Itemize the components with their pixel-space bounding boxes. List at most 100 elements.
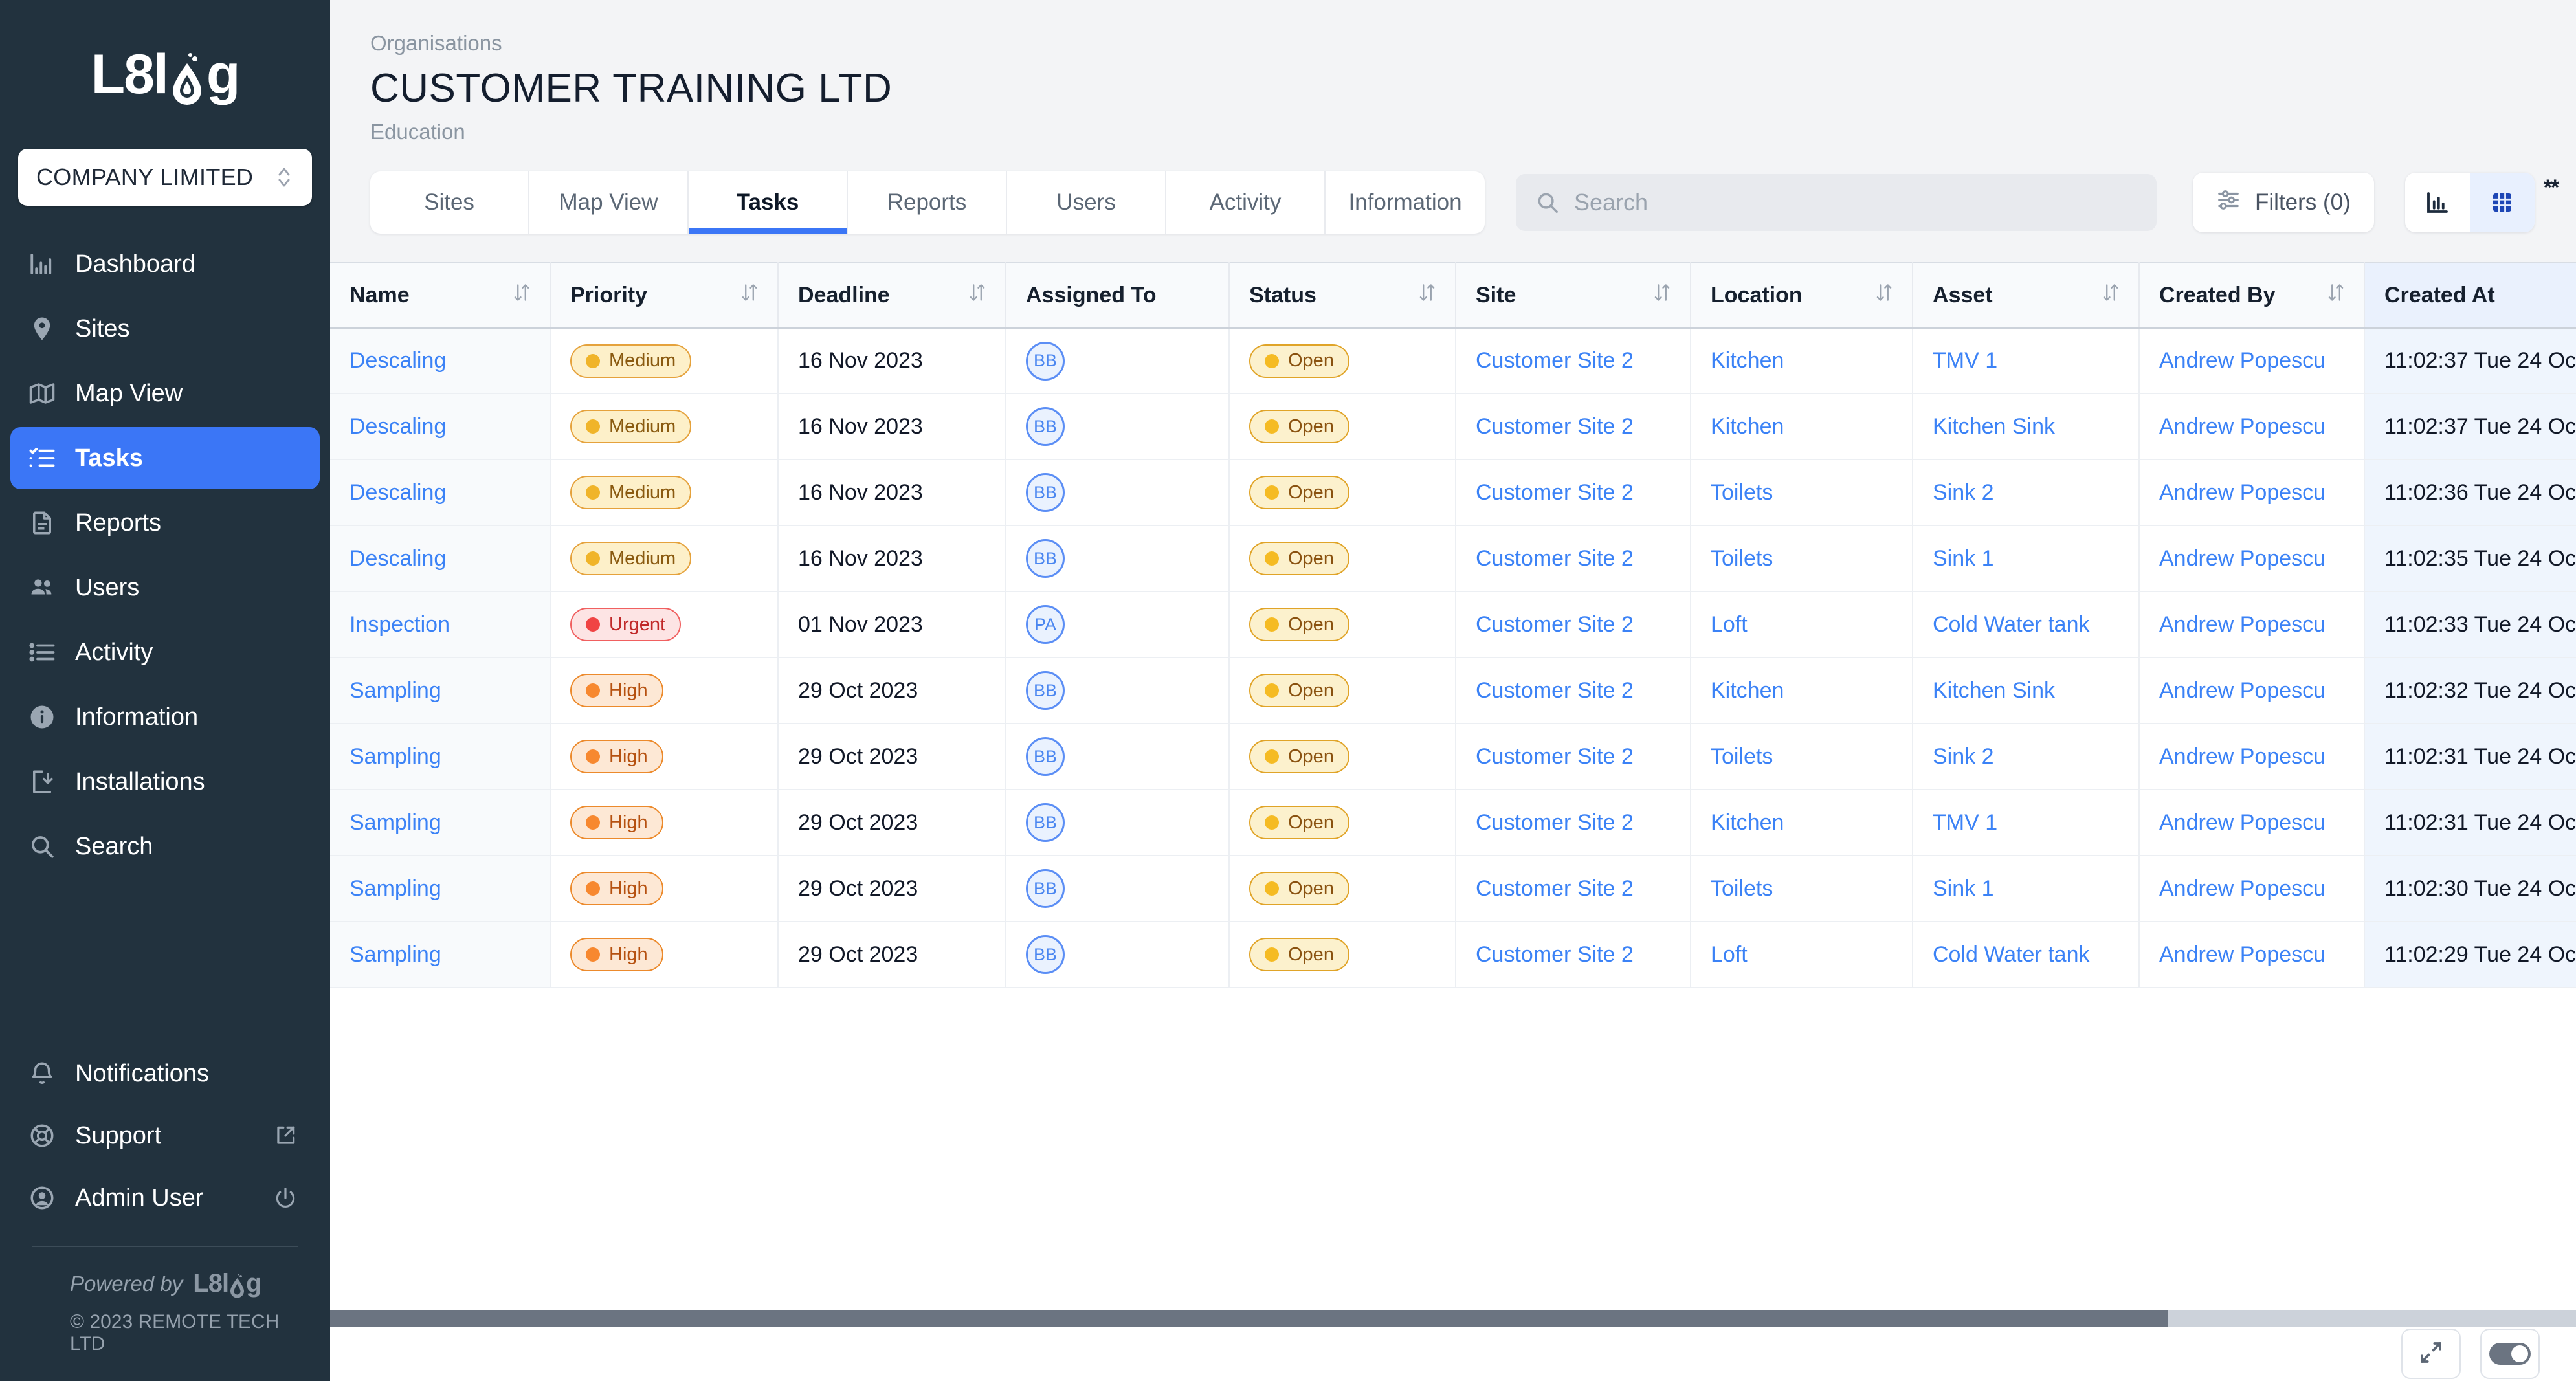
avatar[interactable]: BB <box>1026 341 1065 381</box>
avatar[interactable]: BB <box>1026 869 1065 909</box>
sort-icon[interactable] <box>2327 282 2344 309</box>
site-link[interactable]: Customer Site 2 <box>1476 414 1634 439</box>
column-header-site[interactable]: Site <box>1456 262 1691 329</box>
expand-fullscreen-button[interactable] <box>2401 1329 2461 1379</box>
search-box[interactable] <box>1516 174 2157 232</box>
power-icon[interactable] <box>273 1186 298 1210</box>
avatar[interactable]: BB <box>1026 407 1065 447</box>
avatar[interactable]: BB <box>1026 935 1065 975</box>
column-header-deadline[interactable]: Deadline <box>778 262 1006 329</box>
tab-reports[interactable]: Reports <box>848 171 1007 234</box>
sidebar-item-users[interactable]: Users <box>10 557 320 619</box>
asset-link[interactable]: TMV 1 <box>1933 348 1997 373</box>
location-link[interactable]: Toilets <box>1711 546 1773 571</box>
external-link-icon[interactable] <box>273 1123 298 1148</box>
created-by-link[interactable]: Andrew Popescu <box>2159 480 2326 505</box>
location-link[interactable]: Kitchen <box>1711 414 1784 439</box>
created-by-link[interactable]: Andrew Popescu <box>2159 678 2326 703</box>
created-by-link[interactable]: Andrew Popescu <box>2159 612 2326 637</box>
sidebar-item-reports[interactable]: Reports <box>10 492 320 554</box>
table-row[interactable]: Descaling Medium 16 Nov 2023 BB Open Customer… <box>330 327 2576 395</box>
sidebar-item-map-view[interactable]: Map View <box>10 362 320 425</box>
column-header-priority[interactable]: Priority <box>550 262 779 329</box>
created-by-link[interactable]: Andrew Popescu <box>2159 546 2326 571</box>
asset-link[interactable]: Sink 1 <box>1933 876 1994 901</box>
organisation-selector[interactable]: COMPANY LIMITED <box>18 149 312 206</box>
sidebar-item-tasks[interactable]: Tasks <box>10 427 320 489</box>
asset-link[interactable]: Kitchen Sink <box>1933 678 2055 703</box>
table-row[interactable]: Inspection Urgent 01 Nov 2023 PA Open Custome… <box>330 591 2576 659</box>
avatar[interactable]: BB <box>1026 737 1065 777</box>
sidebar-item-support[interactable]: Support <box>10 1105 320 1167</box>
tab-sites[interactable]: Sites <box>370 171 529 234</box>
horizontal-scrollbar-thumb[interactable] <box>330 1310 2168 1327</box>
created-by-link[interactable]: Andrew Popescu <box>2159 810 2326 835</box>
location-link[interactable]: Loft <box>1711 612 1748 637</box>
table-row[interactable]: Sampling High 29 Oct 2023 BB Open Customer Si… <box>330 856 2576 923</box>
breadcrumb[interactable]: Organisations <box>370 31 2576 56</box>
sort-icon[interactable] <box>741 282 758 309</box>
task-name-link[interactable]: Sampling <box>350 876 441 901</box>
sort-icon[interactable] <box>513 282 530 309</box>
dark-mode-toggle-button[interactable] <box>2480 1329 2540 1379</box>
sidebar-item-information[interactable]: Information <box>10 686 320 748</box>
sort-icon[interactable] <box>2102 282 2119 309</box>
table-view-button[interactable] <box>2469 173 2535 233</box>
table-row[interactable]: Sampling High 29 Oct 2023 BB Open Customer Si… <box>330 790 2576 857</box>
column-header-created-by[interactable]: Created By <box>2139 262 2365 329</box>
site-link[interactable]: Customer Site 2 <box>1476 744 1634 769</box>
task-name-link[interactable]: Inspection <box>350 612 450 637</box>
asset-link[interactable]: Sink 2 <box>1933 480 1994 505</box>
created-by-link[interactable]: Andrew Popescu <box>2159 414 2326 439</box>
site-link[interactable]: Customer Site 2 <box>1476 876 1634 901</box>
sidebar-item-installations[interactable]: Installations <box>10 751 320 813</box>
task-name-link[interactable]: Descaling <box>350 348 446 373</box>
table-row[interactable]: Descaling Medium 16 Nov 2023 BB Open Customer… <box>330 459 2576 527</box>
column-header-assigned-to[interactable]: Assigned To <box>1006 262 1230 329</box>
site-link[interactable]: Customer Site 2 <box>1476 348 1634 373</box>
sort-icon[interactable] <box>969 282 986 309</box>
location-link[interactable]: Toilets <box>1711 480 1773 505</box>
task-name-link[interactable]: Sampling <box>350 810 441 835</box>
table-row[interactable]: Sampling High 29 Oct 2023 BB Open Customer Si… <box>330 724 2576 791</box>
avatar[interactable]: BB <box>1026 473 1065 513</box>
avatar[interactable]: BB <box>1026 803 1065 843</box>
asset-link[interactable]: TMV 1 <box>1933 810 1997 835</box>
table-row[interactable]: Descaling Medium 16 Nov 2023 BB Open Customer… <box>330 393 2576 461</box>
asset-link[interactable]: Cold Water tank <box>1933 942 2090 967</box>
column-header-created-at[interactable]: Created At <box>2364 262 2576 329</box>
toggle-switch-on[interactable] <box>2489 1343 2531 1365</box>
site-link[interactable]: Customer Site 2 <box>1476 810 1634 835</box>
column-header-name[interactable]: Name <box>330 262 551 329</box>
table-row[interactable]: Sampling High 29 Oct 2023 BB Open Customer Si… <box>330 922 2576 989</box>
horizontal-scrollbar-track[interactable] <box>330 1310 2576 1327</box>
location-link[interactable]: Kitchen <box>1711 678 1784 703</box>
column-header-location[interactable]: Location <box>1691 262 1913 329</box>
table-row[interactable]: Descaling Medium 16 Nov 2023 BB Open Customer… <box>330 525 2576 593</box>
sidebar-item-dashboard[interactable]: Dashboard <box>10 233 320 295</box>
sidebar-item-notifications[interactable]: Notifications <box>10 1043 320 1105</box>
task-name-link[interactable]: Descaling <box>350 546 446 571</box>
location-link[interactable]: Kitchen <box>1711 348 1784 373</box>
asset-link[interactable]: Sink 1 <box>1933 546 1994 571</box>
asset-link[interactable]: Cold Water tank <box>1933 612 2090 637</box>
task-name-link[interactable]: Descaling <box>350 414 446 439</box>
sidebar-item-sites[interactable]: Sites <box>10 298 320 360</box>
created-by-link[interactable]: Andrew Popescu <box>2159 942 2326 967</box>
sort-icon[interactable] <box>1876 282 1893 309</box>
created-by-link[interactable]: Andrew Popescu <box>2159 876 2326 901</box>
sort-icon[interactable] <box>1654 282 1671 309</box>
location-link[interactable]: Kitchen <box>1711 810 1784 835</box>
column-header-asset[interactable]: Asset <box>1913 262 2140 329</box>
sidebar-item-activity[interactable]: Activity <box>10 621 320 683</box>
tab-users[interactable]: Users <box>1007 171 1166 234</box>
tab-information[interactable]: Information <box>1326 171 1485 234</box>
task-name-link[interactable]: Sampling <box>350 744 441 769</box>
task-name-link[interactable]: Descaling <box>350 480 446 505</box>
created-by-link[interactable]: Andrew Popescu <box>2159 348 2326 373</box>
sidebar-item-search[interactable]: Search <box>10 815 320 878</box>
site-link[interactable]: Customer Site 2 <box>1476 678 1634 703</box>
asset-link[interactable]: Kitchen Sink <box>1933 414 2055 439</box>
site-link[interactable]: Customer Site 2 <box>1476 942 1634 967</box>
sidebar-item-admin-user[interactable]: Admin User <box>10 1167 320 1229</box>
